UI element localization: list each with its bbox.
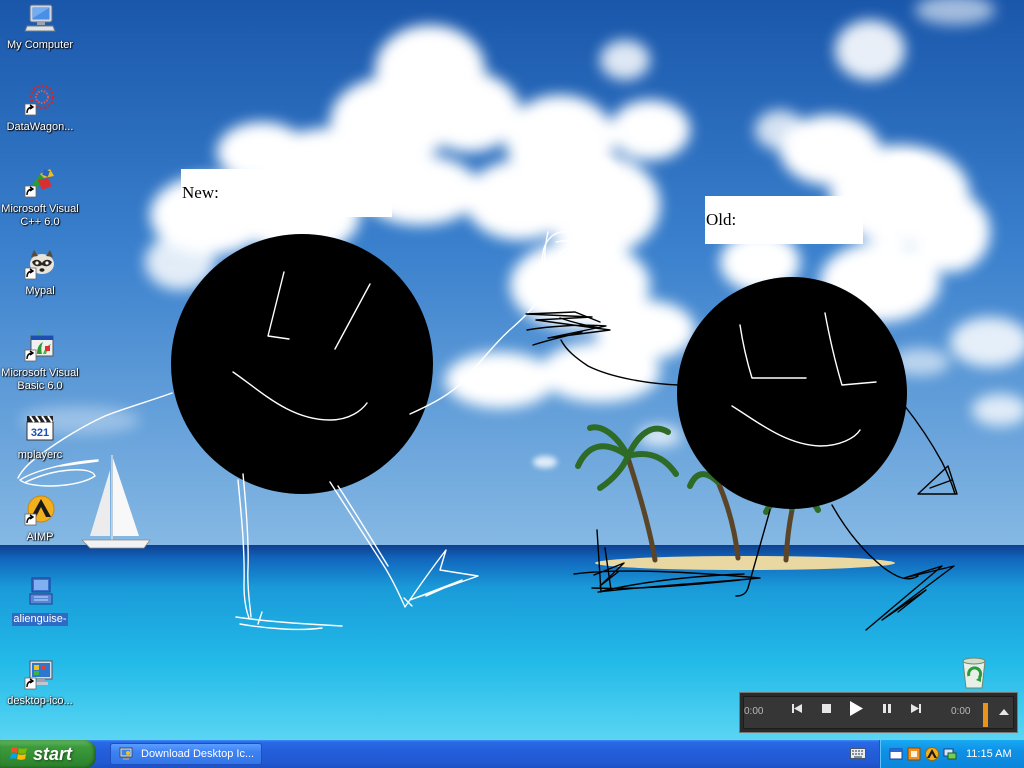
old-figure-left-leg <box>573 509 771 597</box>
next-icon <box>911 703 921 713</box>
desktop-ico-icon <box>24 660 53 690</box>
shortcut-arrow-icon <box>24 349 37 362</box>
play-button[interactable] <box>848 700 864 716</box>
shortcut-arrow-icon <box>24 677 37 690</box>
desktop-icon-label: Microsoft Visual C++ 6.0 <box>1 203 79 228</box>
system-tray: 11:15 AM <box>879 740 1024 768</box>
old-figure-right-leg <box>831 504 955 631</box>
taskbar-task-label: Download Desktop Ic... <box>141 748 255 760</box>
stop-icon <box>821 703 831 713</box>
keyboard-icon[interactable] <box>850 746 866 760</box>
desktop-icon-alienguise[interactable]: alienguise- <box>0 576 80 627</box>
datawagon-icon <box>24 84 55 116</box>
desktop-icon-visual-cpp[interactable]: Microsoft Visual C++ 6.0 <box>0 166 80 230</box>
desktop-icon-label: AIMP <box>26 531 54 543</box>
desktop-icon-label: DataWagon... <box>6 121 74 133</box>
my-computer-icon <box>24 4 56 32</box>
aimp-tray-icon[interactable] <box>925 747 939 761</box>
play-icon <box>849 700 863 716</box>
new-figure-body <box>171 234 433 494</box>
windows-logo-icon <box>10 747 27 760</box>
aimp-icon <box>24 495 55 526</box>
network-icon[interactable] <box>943 747 957 761</box>
recycle-bin-icon[interactable] <box>958 655 990 691</box>
volume-slider[interactable] <box>983 703 988 727</box>
alienguise-icon <box>29 577 53 605</box>
desktop-icon-label: My Computer <box>6 39 74 51</box>
shortcut-arrow-icon <box>24 267 37 280</box>
shortcut-arrow-icon <box>24 185 37 198</box>
stop-button[interactable] <box>818 700 834 716</box>
shortcut-arrow-icon <box>24 103 37 116</box>
new-figure-right-leg <box>329 481 479 608</box>
desktop-icon-label: Mypal <box>25 285 55 297</box>
shortcut-arrow-icon <box>24 513 37 526</box>
chevron-up-icon[interactable] <box>998 707 1010 717</box>
desktop-icon-aimp[interactable]: AIMP <box>0 494 80 545</box>
new-figure <box>17 230 599 631</box>
mypal-icon <box>24 250 54 280</box>
drawing-canvas <box>17 230 958 631</box>
desktop-icon-label: Microsoft Visual Basic 6.0 <box>1 367 79 392</box>
old-figure-body <box>677 277 907 509</box>
start-button[interactable]: start <box>0 740 96 768</box>
taskbar-task-button[interactable]: Download Desktop Ic... <box>110 743 262 765</box>
visual-basic-icon <box>24 330 54 362</box>
desktop-icon-mplayerc[interactable]: 321 mplayerc <box>0 412 80 463</box>
desktop-icon-desktop-ico[interactable]: desktop-ico... <box>0 658 80 709</box>
pause-button[interactable] <box>879 700 895 716</box>
desktop-icon-my-computer[interactable]: My Computer <box>0 2 80 53</box>
desktop-icon-visual-basic[interactable]: Microsoft Visual Basic 6.0 <box>0 330 80 394</box>
previous-button[interactable] <box>789 700 805 716</box>
new-figure-left-leg <box>235 473 343 631</box>
media-player: 0:00 0:00 <box>739 692 1018 733</box>
new-figure-balloon <box>541 230 599 290</box>
old-label-box: Old: <box>705 196 863 244</box>
clock[interactable]: 11:15 AM <box>966 748 1012 760</box>
mplayerc-badge: 321 <box>31 427 49 439</box>
elapsed-time: 0:00 <box>744 706 764 717</box>
taskbar: start Download Desktop Ic... 11:15 AM <box>0 740 1024 768</box>
old-figure-right-arm <box>903 404 958 495</box>
visual-cpp-icon <box>24 169 54 198</box>
desktop-icon-label: desktop-ico... <box>7 695 73 707</box>
old-figure <box>525 277 958 631</box>
mplayerc-icon: 321 <box>26 415 54 441</box>
browser-icon <box>119 747 133 760</box>
window-icon[interactable] <box>889 747 903 761</box>
old-figure-left-arm <box>525 311 680 386</box>
desktop-icon-label: mplayerc <box>17 449 63 461</box>
desktop-icon-datawagon[interactable]: DataWagon... <box>0 84 80 135</box>
pause-icon <box>883 703 891 713</box>
next-button[interactable] <box>908 700 924 716</box>
remaining-time: 0:00 <box>951 706 971 717</box>
start-label: start <box>33 743 73 764</box>
previous-icon <box>792 703 802 713</box>
new-label-box: New: <box>181 169 392 217</box>
desktop-icon-label: alienguise- <box>12 613 68 626</box>
desktop-icon-mypal[interactable]: Mypal <box>0 248 80 299</box>
media-tray-icon[interactable] <box>907 747 921 761</box>
